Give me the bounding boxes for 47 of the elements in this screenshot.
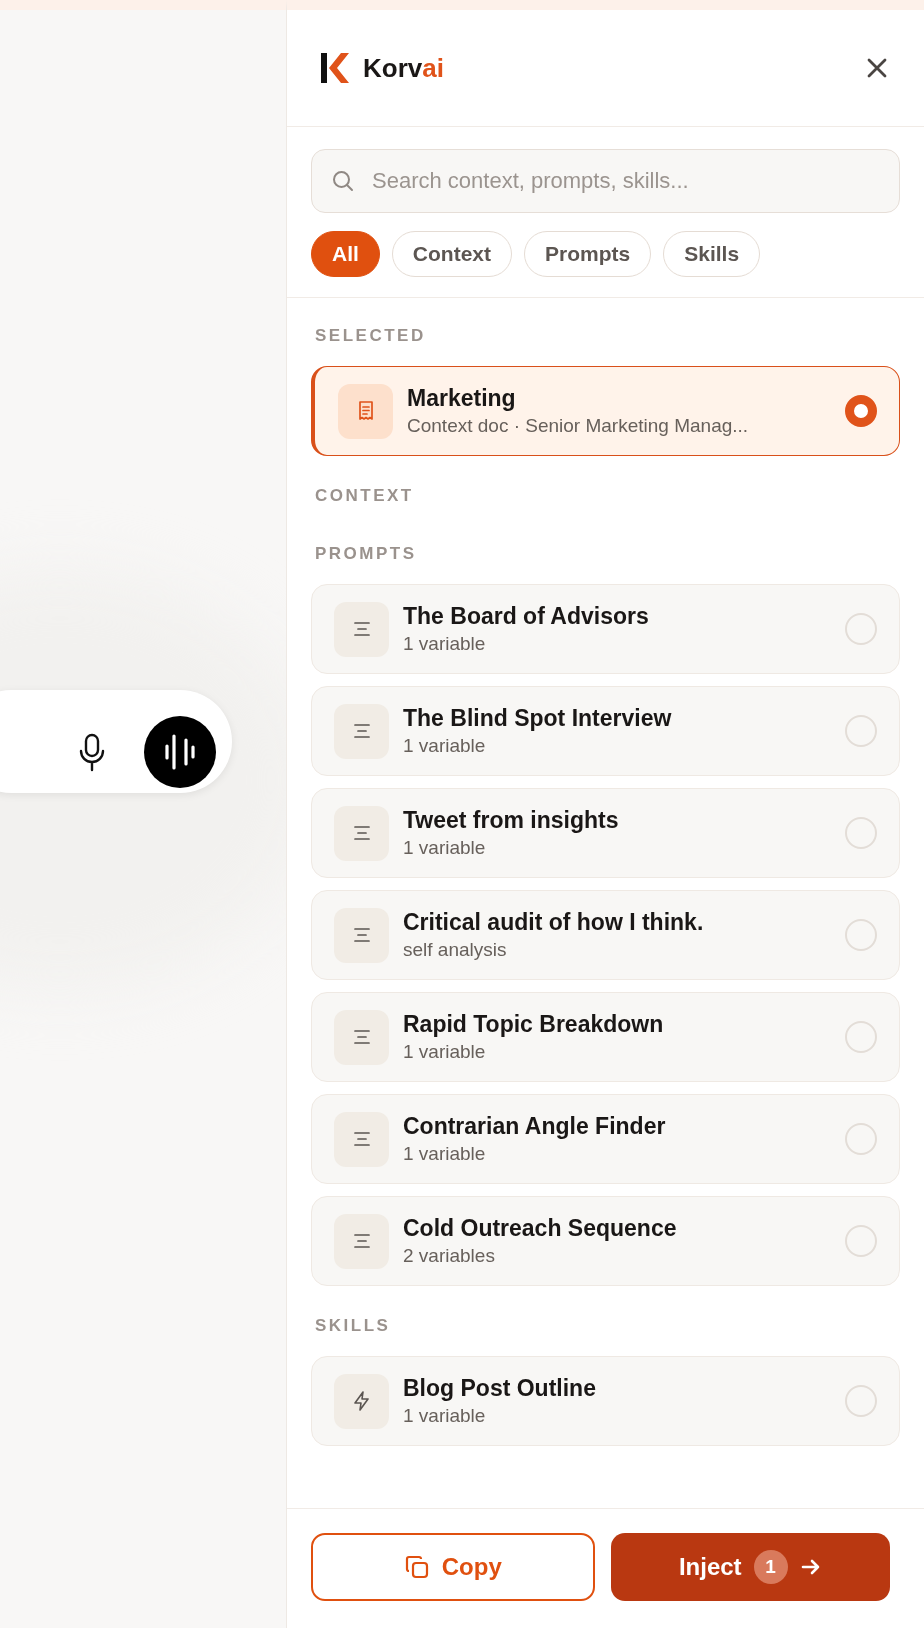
inject-button[interactable]: Inject 1 xyxy=(610,1533,890,1601)
section-heading: CONTEXT xyxy=(314,485,415,507)
item-title: Critical audit of how I think. xyxy=(403,909,705,936)
filter-chip[interactable]: Prompts xyxy=(524,231,652,277)
item-subtitle: Context doc · Senior Marketing Manag... xyxy=(407,415,750,437)
item-subtitle: 1 variable xyxy=(403,1041,487,1063)
item-subtitle: self analysis xyxy=(403,939,508,961)
section-heading: SELECTED xyxy=(314,325,427,347)
item-subtitle: 2 variables xyxy=(403,1245,496,1267)
item-subtitle: 1 variable xyxy=(403,735,487,757)
list-item[interactable]: Blog Post Outline 1 variable xyxy=(311,1356,900,1446)
list-item[interactable]: The Board of Advisors 1 variable xyxy=(311,584,900,674)
filter-chip[interactable]: Skills xyxy=(663,231,761,277)
item-title: Contrarian Angle Finder xyxy=(403,1113,667,1140)
section-heading: PROMPTS xyxy=(314,543,418,565)
logo-icon xyxy=(319,51,349,85)
list-item[interactable]: Cold Outreach Sequence 2 variables xyxy=(311,1196,900,1286)
copy-button[interactable]: Copy xyxy=(311,1533,595,1601)
voice-mode-button[interactable] xyxy=(144,716,216,788)
list-item[interactable]: Tweet from insights 1 variable xyxy=(311,788,900,878)
filter-chip[interactable]: All xyxy=(311,231,380,277)
item-subtitle: 1 variable xyxy=(403,1405,487,1427)
item-subtitle: 1 variable xyxy=(403,1143,487,1165)
item-subtitle: 1 variable xyxy=(403,837,487,859)
filter-chip[interactable]: Context xyxy=(391,231,512,277)
item-title: Rapid Topic Breakdown xyxy=(403,1011,665,1038)
item-title: Tweet from insights xyxy=(403,807,620,834)
radio-button[interactable] xyxy=(845,395,877,427)
list-item[interactable]: The Blind Spot Interview 1 variable xyxy=(311,686,900,776)
search-icon xyxy=(331,169,355,193)
list-item[interactable]: Marketing Context doc · Senior Marketing Manag... xyxy=(311,366,900,456)
search-field[interactable]: Search context, prompts, skills... xyxy=(311,149,900,213)
item-title: Cold Outreach Sequence xyxy=(403,1215,678,1242)
item-title: The Board of Advisors xyxy=(403,603,650,630)
list-item[interactable]: Contrarian Angle Finder 1 variable xyxy=(311,1094,900,1184)
copy-icon xyxy=(403,1554,430,1580)
item-subtitle: 1 variable xyxy=(403,633,487,655)
close-icon[interactable] xyxy=(866,57,888,79)
item-title: Blog Post Outline xyxy=(403,1375,597,1402)
microphone-icon[interactable] xyxy=(78,732,106,772)
item-title: The Blind Spot Interview xyxy=(403,705,673,732)
item-title: Marketing xyxy=(407,385,517,412)
brand-name: Korvai xyxy=(363,52,444,84)
count-badge: 1 xyxy=(753,1550,788,1584)
list-item[interactable]: Critical audit of how I think. self analysis xyxy=(311,890,900,980)
section-heading: SKILLS xyxy=(314,1315,392,1337)
list-item[interactable]: Rapid Topic Breakdown 1 variable xyxy=(311,992,900,1082)
